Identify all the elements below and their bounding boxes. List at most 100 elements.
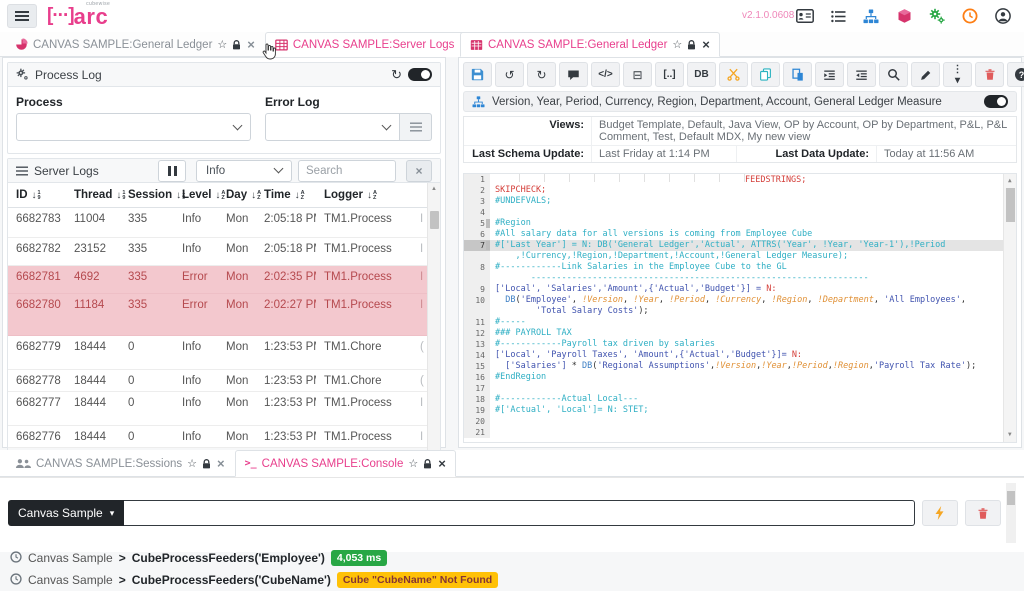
id-card-icon[interactable]	[795, 7, 815, 25]
lock-icon[interactable]	[423, 459, 432, 469]
code-line-20[interactable]: 20	[464, 416, 1003, 427]
log-row-6682781[interactable]: 66827814692335ErrorMon2:02:35 PMTM1.Proc…	[8, 265, 429, 293]
code-line-5[interactable]: 5#Region	[464, 218, 1003, 229]
code-line-12[interactable]: 12### PAYROLL TAX	[464, 328, 1003, 339]
tab-general-ledger-view[interactable]: CANVAS SAMPLE:General Ledger ☆ ×	[5, 32, 265, 56]
close-tab-icon[interactable]: ×	[217, 456, 225, 471]
fold-marker[interactable]	[486, 219, 490, 228]
code-line-13[interactable]: 13#------------Payroll tax driven by sal…	[464, 339, 1003, 350]
code-line-11[interactable]: 11#-----	[464, 317, 1003, 328]
clock-icon[interactable]	[960, 7, 980, 25]
log-row-6682776[interactable]: 6682776184440InfoMon1:23:53 PMTM1.Proces…	[8, 425, 429, 447]
code-line-1[interactable]: 1FEEDSTRINGS;	[464, 174, 1003, 185]
lock-icon[interactable]	[202, 459, 211, 469]
column-thread[interactable]: Thread↓19	[66, 183, 120, 207]
toolbar-save-button[interactable]	[463, 62, 492, 87]
code-line-4[interactable]: 4	[464, 207, 1003, 218]
toolbar-redo-button[interactable]: ↻	[527, 62, 556, 87]
code-line-15[interactable]: 15 ['Salaries'] * DB('Regional Assumptio…	[464, 361, 1003, 372]
code-line-9[interactable]: 9['Local', 'Salaries','Amount',{'Actual'…	[464, 284, 1003, 295]
toolbar-more-button[interactable]: ⋮ ▾	[943, 62, 972, 87]
toolbar-copy-button[interactable]	[751, 62, 780, 87]
toolbar-undo-button[interactable]: ↺	[495, 62, 524, 87]
column-time[interactable]: Time↓AZ	[256, 183, 316, 207]
code-line-10[interactable]: 10 DB('Employee', !Version, !Year, !Peri…	[464, 295, 1003, 306]
close-tab-icon[interactable]: ×	[438, 456, 446, 471]
tab-console[interactable]: >_ CANVAS SAMPLE:Console ☆ ×	[235, 450, 456, 477]
scroll-thumb[interactable]	[430, 211, 439, 229]
log-row-6682783[interactable]: 668278311004335InfoMon2:05:18 PMTM1.Proc…	[8, 207, 429, 237]
code-line-16[interactable]: 16#EndRegion	[464, 372, 1003, 383]
column-session[interactable]: Session↓19	[120, 183, 174, 207]
favorite-star-icon[interactable]: ☆	[672, 38, 682, 51]
code-line-7[interactable]: 7#['Last Year'] = N: DB('General Ledger'…	[464, 240, 1003, 251]
tab-general-ledger-rules[interactable]: CANVAS SAMPLE:General Ledger ☆ ×	[460, 32, 720, 57]
code-line-14[interactable]: 14['Local', 'Payroll Taxes', 'Amount',{'…	[464, 350, 1003, 361]
log-row-6682778[interactable]: 6682778184440InfoMon1:23:53 PMTM1.Chore(	[8, 369, 429, 391]
user-icon[interactable]	[993, 7, 1013, 25]
toolbar-help-button[interactable]: ?	[1007, 62, 1024, 87]
toolbar-code-button[interactable]: </>	[591, 62, 620, 87]
close-tab-icon[interactable]: ×	[702, 37, 710, 52]
code-line-wrap[interactable]: ,!Currency,!Region,!Department,!Account,…	[464, 251, 1003, 262]
error-log-list-button[interactable]	[400, 113, 432, 141]
favorite-star-icon[interactable]: ☆	[187, 457, 197, 470]
tab-sessions[interactable]: CANVAS SAMPLE:Sessions ☆ ×	[5, 450, 235, 476]
list-icon[interactable]	[828, 7, 848, 25]
pause-button[interactable]	[158, 160, 186, 182]
process-log-toggle[interactable]	[408, 68, 432, 81]
dimension-bar-toggle[interactable]	[984, 95, 1008, 108]
cube-icon[interactable]	[894, 7, 914, 25]
toolbar-delete-button[interactable]	[975, 62, 1004, 87]
toolbar-edit-button[interactable]	[911, 62, 940, 87]
toolbar-collapse-button[interactable]: ⊟	[623, 62, 652, 87]
log-row-6682782[interactable]: 668278223152335InfoMon2:05:18 PMTM1.Proc…	[8, 237, 429, 265]
toolbar-search-button[interactable]	[879, 62, 908, 87]
cogs-icon[interactable]	[927, 7, 947, 25]
run-button[interactable]	[922, 500, 958, 526]
console-command-input[interactable]	[124, 500, 915, 526]
toolbar-cut-button[interactable]	[719, 62, 748, 87]
column-id[interactable]: ID↓19	[8, 183, 66, 207]
code-line-18[interactable]: 18#------------Actual Local---	[464, 394, 1003, 405]
code-line-wrap[interactable]: 'Total Salary Costs');	[464, 306, 1003, 317]
toolbar-db-button[interactable]: DB	[687, 62, 716, 87]
log-row-6682777[interactable]: 6682777184440InfoMon1:23:53 PMTM1.Proces…	[8, 391, 429, 425]
sitemap-icon[interactable]	[861, 7, 881, 25]
column-logger[interactable]: Logger↓AZ	[316, 183, 416, 207]
refresh-icon[interactable]: ↻	[391, 68, 402, 81]
code-line-2[interactable]: 2SKIPCHECK;	[464, 185, 1003, 196]
console-scrollbar[interactable]	[1006, 483, 1016, 543]
process-select[interactable]	[16, 113, 251, 141]
error-log-select[interactable]	[265, 113, 400, 141]
close-tab-icon[interactable]: ×	[247, 37, 255, 52]
editor-scrollbar[interactable]: ▲▼	[1003, 174, 1016, 442]
rules-code-editor[interactable]: 1FEEDSTRINGS;2SKIPCHECK;3#UNDEFVALS;45#R…	[463, 173, 1017, 443]
code-line-19[interactable]: 19#['Actual', 'Local']= N: STET;	[464, 405, 1003, 416]
favorite-star-icon[interactable]: ☆	[217, 38, 227, 51]
toolbar-paste-button[interactable]	[783, 62, 812, 87]
code-line-6[interactable]: 6#All salary data for all versions is co…	[464, 229, 1003, 240]
lock-icon[interactable]	[232, 40, 241, 50]
log-row-6682780[interactable]: 668278011184335ErrorMon2:02:27 PMTM1.Pro…	[8, 293, 429, 335]
clear-search-button[interactable]: ×	[406, 160, 432, 182]
menu-hamburger-button[interactable]	[7, 4, 37, 28]
clear-console-button[interactable]	[965, 500, 1001, 526]
log-row-6682779[interactable]: 6682779184440InfoMon1:23:53 PMTM1.Chore(	[8, 335, 429, 369]
toolbar-indent-button[interactable]	[815, 62, 844, 87]
code-line-8[interactable]: 8#------------Link Salaries in the Emplo…	[464, 262, 1003, 273]
scroll-thumb[interactable]	[1007, 491, 1015, 505]
search-input[interactable]	[298, 160, 396, 182]
toolbar-comment-button[interactable]	[559, 62, 588, 87]
vertical-scrollbar[interactable]: ▲▼	[427, 183, 440, 487]
lock-icon[interactable]	[687, 40, 696, 50]
favorite-star-icon[interactable]: ☆	[408, 457, 418, 470]
fold-marker[interactable]	[486, 241, 490, 250]
code-line-17[interactable]: 17	[464, 383, 1003, 394]
scroll-thumb[interactable]	[1006, 188, 1015, 222]
code-line-21[interactable]: 21	[464, 427, 1003, 438]
code-line-wrap[interactable]: ----------------------------------------…	[464, 273, 1003, 284]
level-filter-select[interactable]: Info	[196, 160, 292, 182]
code-lines[interactable]: 1FEEDSTRINGS;2SKIPCHECK;3#UNDEFVALS;45#R…	[464, 174, 1003, 442]
toolbar-brackets-button[interactable]: [..]	[655, 62, 684, 87]
